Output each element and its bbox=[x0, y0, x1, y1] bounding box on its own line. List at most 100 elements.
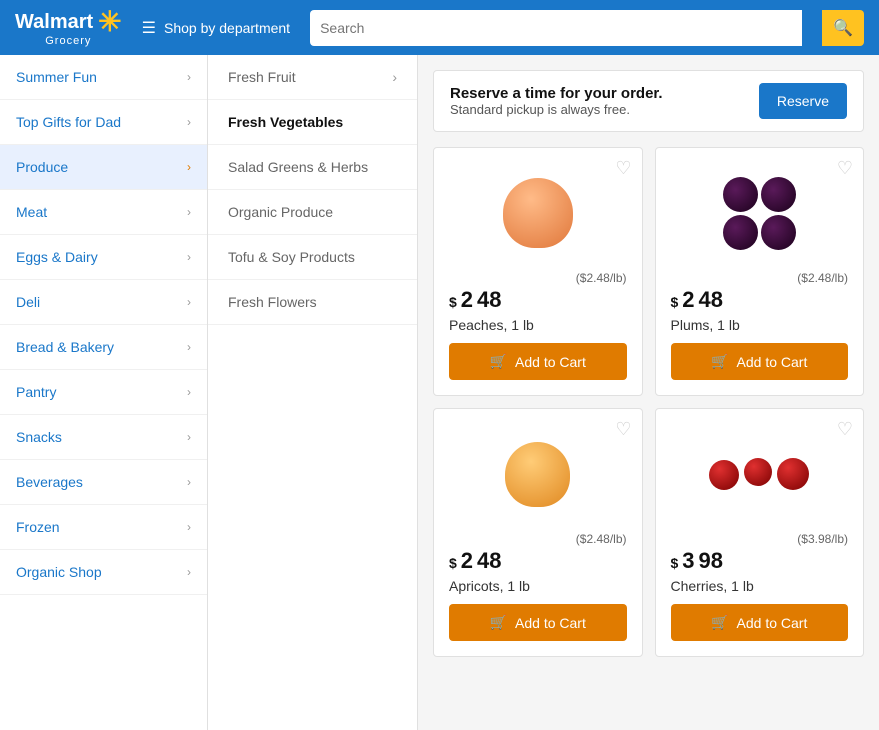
sidebar-item-summer-fun[interactable]: Summer Fun › bbox=[0, 55, 207, 100]
chevron-right-icon: › bbox=[187, 430, 191, 444]
submenu-label: Fresh Flowers bbox=[228, 294, 317, 310]
sidebar-label: Produce bbox=[16, 159, 68, 175]
add-to-cart-label: Add to Cart bbox=[515, 354, 586, 370]
reserve-button[interactable]: Reserve bbox=[759, 83, 847, 119]
add-to-cart-label: Add to Cart bbox=[515, 615, 586, 631]
chevron-right-icon: › bbox=[187, 520, 191, 534]
chevron-right-icon: › bbox=[187, 250, 191, 264]
sidebar-label: Eggs & Dairy bbox=[16, 249, 98, 265]
reserve-text: Reserve a time for your order. Standard … bbox=[450, 85, 663, 117]
submenu-label: Organic Produce bbox=[228, 204, 333, 220]
search-button[interactable]: 🔍 bbox=[822, 10, 864, 46]
hamburger-icon: ☰ bbox=[142, 18, 156, 38]
product-image bbox=[488, 424, 588, 524]
sidebar-item-meat[interactable]: Meat › bbox=[0, 190, 207, 235]
cart-icon: 🛒 bbox=[711, 353, 728, 370]
add-to-cart-button[interactable]: 🛒 Add to Cart bbox=[671, 604, 849, 641]
add-to-cart-button[interactable]: 🛒 Add to Cart bbox=[449, 604, 627, 641]
add-to-cart-label: Add to Cart bbox=[737, 354, 808, 370]
favorite-icon[interactable]: ♡ bbox=[615, 419, 631, 440]
price-dollars: 3 bbox=[682, 548, 694, 574]
reserve-title: Reserve a time for your order. bbox=[450, 85, 663, 102]
sidebar-item-organic-shop[interactable]: Organic Shop › bbox=[0, 550, 207, 595]
shop-by-department-button[interactable]: ☰ Shop by department bbox=[142, 18, 290, 38]
sidebar-item-bread-bakery[interactable]: Bread & Bakery › bbox=[0, 325, 207, 370]
submenu-item-organic-produce[interactable]: Organic Produce bbox=[208, 190, 417, 235]
reserve-subtitle: Standard pickup is always free. bbox=[450, 102, 663, 117]
chevron-right-icon: › bbox=[392, 69, 397, 85]
submenu-label: Tofu & Soy Products bbox=[228, 249, 355, 265]
search-bar bbox=[310, 10, 802, 46]
product-name: Cherries, 1 lb bbox=[671, 578, 754, 594]
grocery-label: Grocery bbox=[45, 36, 91, 47]
sidebar-item-deli[interactable]: Deli › bbox=[0, 280, 207, 325]
product-card-cherries: ♡ ($3.98/lb) $ 3 98 Cherries, 1 lb bbox=[655, 408, 865, 657]
content-area: Reserve a time for your order. Standard … bbox=[418, 55, 879, 730]
produce-submenu: Fresh Fruit › Fresh Vegetables Salad Gre… bbox=[208, 55, 418, 730]
product-name: Apricots, 1 lb bbox=[449, 578, 530, 594]
chevron-right-icon: › bbox=[187, 385, 191, 399]
submenu-item-fresh-vegetables[interactable]: Fresh Vegetables bbox=[208, 100, 417, 145]
sidebar-label: Bread & Bakery bbox=[16, 339, 114, 355]
chevron-right-icon: › bbox=[187, 70, 191, 84]
product-price: $ 2 48 bbox=[449, 548, 627, 574]
favorite-icon[interactable]: ♡ bbox=[615, 158, 631, 179]
submenu-item-salad-greens[interactable]: Salad Greens & Herbs bbox=[208, 145, 417, 190]
chevron-right-icon: › bbox=[187, 340, 191, 354]
price-dollars: 2 bbox=[461, 287, 473, 313]
chevron-right-icon: › bbox=[187, 160, 191, 174]
spark-icon: ✳ bbox=[98, 8, 121, 36]
favorite-icon[interactable]: ♡ bbox=[837, 419, 853, 440]
price-cents: 98 bbox=[699, 548, 723, 574]
product-card-apricots: ♡ ($2.48/lb) $ 2 48 Apricots, 1 lb 🛒 Add… bbox=[433, 408, 643, 657]
submenu-item-fresh-fruit[interactable]: Fresh Fruit › bbox=[208, 55, 417, 100]
sidebar-label: Beverages bbox=[16, 474, 83, 490]
cart-icon: 🛒 bbox=[490, 614, 507, 631]
sidebar-item-snacks[interactable]: Snacks › bbox=[0, 415, 207, 460]
add-to-cart-label: Add to Cart bbox=[737, 615, 808, 631]
submenu-item-fresh-flowers[interactable]: Fresh Flowers bbox=[208, 280, 417, 325]
submenu-label: Salad Greens & Herbs bbox=[228, 159, 368, 175]
product-grid: ♡ ($2.48/lb) $ 2 48 Peaches, 1 lb 🛒 Add … bbox=[433, 147, 864, 657]
submenu-label: Fresh Fruit bbox=[228, 69, 296, 85]
header: Walmart ✳ Grocery ☰ Shop by department 🔍 bbox=[0, 0, 879, 55]
sidebar-item-pantry[interactable]: Pantry › bbox=[0, 370, 207, 415]
sidebar-label: Frozen bbox=[16, 519, 60, 535]
search-icon: 🔍 bbox=[833, 18, 853, 38]
price-dollars: 2 bbox=[461, 548, 473, 574]
reserve-banner: Reserve a time for your order. Standard … bbox=[433, 70, 864, 132]
sidebar-label: Deli bbox=[16, 294, 40, 310]
sidebar-label: Top Gifts for Dad bbox=[16, 114, 121, 130]
price-per-lb: ($3.98/lb) bbox=[671, 532, 849, 546]
dollar-sign: $ bbox=[449, 294, 457, 310]
sidebar-item-frozen[interactable]: Frozen › bbox=[0, 505, 207, 550]
apricot-image bbox=[505, 442, 570, 507]
price-cents: 48 bbox=[477, 548, 501, 574]
add-to-cart-button[interactable]: 🛒 Add to Cart bbox=[671, 343, 849, 380]
sidebar-item-top-gifts[interactable]: Top Gifts for Dad › bbox=[0, 100, 207, 145]
price-per-lb: ($2.48/lb) bbox=[449, 271, 627, 285]
sidebar-label: Meat bbox=[16, 204, 47, 220]
search-input[interactable] bbox=[320, 20, 792, 36]
chevron-right-icon: › bbox=[187, 205, 191, 219]
product-image bbox=[488, 163, 588, 263]
submenu-item-tofu-soy[interactable]: Tofu & Soy Products bbox=[208, 235, 417, 280]
shop-dept-label: Shop by department bbox=[164, 20, 290, 36]
sidebar-label: Summer Fun bbox=[16, 69, 97, 85]
chevron-right-icon: › bbox=[187, 565, 191, 579]
sidebar: Summer Fun › Top Gifts for Dad › Produce… bbox=[0, 55, 208, 730]
chevron-right-icon: › bbox=[187, 475, 191, 489]
cart-icon: 🛒 bbox=[711, 614, 728, 631]
dollar-sign: $ bbox=[671, 294, 679, 310]
product-image bbox=[709, 424, 809, 524]
sidebar-item-beverages[interactable]: Beverages › bbox=[0, 460, 207, 505]
sidebar-item-produce[interactable]: Produce › bbox=[0, 145, 207, 190]
product-name: Plums, 1 lb bbox=[671, 317, 740, 333]
sidebar-item-eggs-dairy[interactable]: Eggs & Dairy › bbox=[0, 235, 207, 280]
price-per-lb: ($2.48/lb) bbox=[671, 271, 849, 285]
add-to-cart-button[interactable]: 🛒 Add to Cart bbox=[449, 343, 627, 380]
cart-icon: 🛒 bbox=[490, 353, 507, 370]
product-image bbox=[709, 163, 809, 263]
price-per-lb: ($2.48/lb) bbox=[449, 532, 627, 546]
favorite-icon[interactable]: ♡ bbox=[837, 158, 853, 179]
